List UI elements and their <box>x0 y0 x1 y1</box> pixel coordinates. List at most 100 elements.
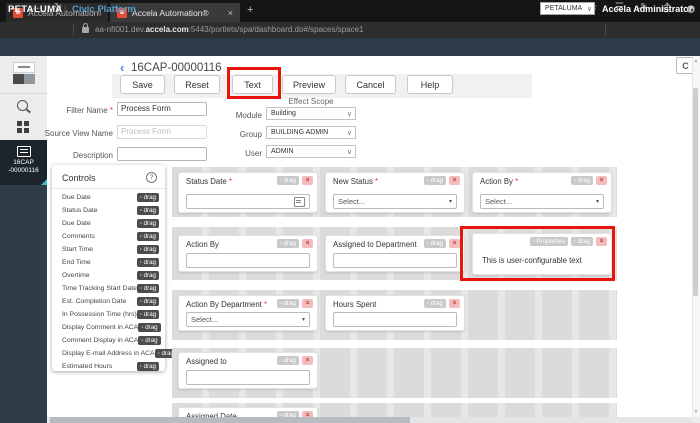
help-icon[interactable]: ? <box>146 172 157 183</box>
action-by-card: ◦ drag×Action By <box>178 235 318 272</box>
help-button[interactable]: Help <box>407 75 453 94</box>
group-select[interactable]: BUILDING ADMIN∨ <box>266 126 356 139</box>
control-item-end-time: End Time◦ drag <box>52 256 165 269</box>
control-item-due-date: Due Date◦ drag <box>52 191 165 204</box>
control-item-comments: Comments◦ drag <box>52 230 165 243</box>
divider <box>52 188 165 189</box>
lock-icon <box>82 27 89 33</box>
description-input[interactable] <box>117 147 207 161</box>
control-item-status-date: Status Date◦ drag <box>52 204 165 217</box>
divider <box>605 24 606 35</box>
drag-handle[interactable]: ◦ drag <box>571 176 593 185</box>
group-label: Group <box>222 130 262 139</box>
drag-handle[interactable]: ◦ drag <box>137 206 159 215</box>
user-label: User <box>222 149 262 158</box>
field-label: Assigned to <box>186 357 227 366</box>
control-item-label: End Time <box>62 259 137 266</box>
control-item-label: Due Date <box>62 194 137 201</box>
drag-handle[interactable]: ◦ drag <box>138 336 160 345</box>
new-tab-button[interactable]: + <box>247 4 253 16</box>
gear-icon[interactable]: ⚙ <box>686 3 696 16</box>
filter-name-label: Filter Name * <box>40 106 113 115</box>
drag-handle[interactable]: ◦ drag <box>424 176 446 185</box>
control-item-label: Comments <box>62 233 137 240</box>
accela-logo-icon[interactable] <box>13 62 35 84</box>
drag-handle[interactable]: ◦ drag <box>137 284 159 293</box>
source-view-name-label: Source View Name <box>40 129 113 138</box>
drag-handle[interactable]: ◦ drag <box>137 258 159 267</box>
control-item-label: Est. Completion Date <box>62 298 137 305</box>
drag-handle[interactable]: ◦ drag <box>137 362 159 371</box>
control-item-label: Time Tracking Start Date <box>62 285 137 292</box>
status-date-input[interactable] <box>186 194 310 209</box>
drag-handle[interactable]: ◦ drag <box>277 299 299 308</box>
control-item-label: Status Date <box>62 207 137 214</box>
chevron-down-icon: ∨ <box>347 129 352 137</box>
user-select[interactable]: ADMIN∨ <box>266 145 356 158</box>
tab-close-icon[interactable]: × <box>228 8 233 18</box>
scroll-up-icon[interactable]: ▲ <box>692 58 700 63</box>
drag-handle[interactable]: ◦ drag <box>137 271 159 280</box>
drag-handle[interactable]: ◦ drag <box>137 219 159 228</box>
hours-spent-input[interactable] <box>333 312 457 327</box>
control-item-due-date: Due Date◦ drag <box>52 217 165 230</box>
reset-button[interactable]: Reset <box>174 75 220 94</box>
control-item-label: Due Date <box>62 220 137 227</box>
drag-handle[interactable]: ◦ drag <box>424 299 446 308</box>
drag-handle[interactable]: ◦ drag <box>277 176 299 185</box>
drag-handle[interactable]: ◦ drag <box>137 297 159 306</box>
chevron-down-icon: ∨ <box>347 148 352 156</box>
filter-name-input[interactable]: Process Form <box>117 102 207 116</box>
apps-grid-icon[interactable] <box>17 121 29 133</box>
url-text[interactable]: aa-nft001.dev.accela.com:5443/portlets/s… <box>95 25 364 34</box>
vertical-scrollbar-thumb[interactable] <box>693 88 698 296</box>
action-by-input[interactable] <box>186 253 310 268</box>
remove-field-button[interactable]: × <box>449 239 460 248</box>
drag-handle[interactable]: ◦ drag <box>277 239 299 248</box>
new-status-select[interactable]: Select...▾ <box>333 194 457 209</box>
assigned-to-department-card: ◦ drag× Assigned to Department <box>325 235 465 272</box>
horizontal-scrollbar-thumb[interactable] <box>50 417 410 423</box>
action-by-select[interactable]: Select...▾ <box>480 194 604 209</box>
agency-select[interactable]: PETALUMA ∨ <box>540 2 595 15</box>
drag-handle[interactable]: ◦ drag <box>137 193 159 202</box>
scroll-down-icon[interactable]: ▼ <box>692 409 700 414</box>
module-select[interactable]: Building∨ <box>266 107 356 120</box>
remove-field-button[interactable]: × <box>596 176 607 185</box>
back-chevron-icon[interactable]: ‹ <box>120 60 124 75</box>
caret-down-icon: ▾ <box>449 198 452 205</box>
drag-handle[interactable]: ◦ drag <box>277 356 299 365</box>
field-label: Action By * <box>480 177 518 186</box>
assigned-to-input[interactable] <box>186 370 310 385</box>
logged-in-user[interactable]: Accela Administrator <box>602 4 692 14</box>
drag-handle[interactable]: ◦ drag <box>137 232 159 241</box>
page-title: 16CAP-00000116 <box>131 62 222 74</box>
save-button[interactable]: Save <box>120 75 165 94</box>
field-label: Action By Department * <box>186 300 267 309</box>
control-item-overtime: Overtime◦ drag <box>52 269 165 282</box>
preview-button[interactable]: Preview <box>282 75 336 94</box>
divider <box>73 24 74 35</box>
drag-handle[interactable]: ◦ drag <box>137 245 159 254</box>
source-view-name-input[interactable]: Process Form <box>117 125 207 139</box>
screen: a Accela Automation® a Accela Automation… <box>0 0 700 423</box>
calendar-icon[interactable] <box>294 197 305 207</box>
field-label: Hours Spent <box>333 300 376 309</box>
remove-field-button[interactable]: × <box>302 356 313 365</box>
field-label: Assigned to Department <box>333 240 417 249</box>
active-corner-marker <box>41 179 47 185</box>
remove-field-button[interactable]: × <box>302 176 313 185</box>
assigned-to-department-input[interactable] <box>333 253 457 268</box>
agency-name: PETALUMA <box>8 4 62 15</box>
remove-field-button[interactable]: × <box>449 299 460 308</box>
drag-handle[interactable]: ◦ drag <box>137 310 159 319</box>
drag-handle[interactable]: ◦ drag <box>424 239 446 248</box>
product-name[interactable]: Civic Platform <box>72 4 136 15</box>
remove-field-button[interactable]: × <box>449 176 460 185</box>
search-icon[interactable] <box>17 100 28 111</box>
remove-field-button[interactable]: × <box>302 299 313 308</box>
remove-field-button[interactable]: × <box>302 239 313 248</box>
drag-handle[interactable]: ◦ drag <box>138 323 160 332</box>
action-by-department-select[interactable]: Select...▾ <box>186 312 310 327</box>
cancel-button[interactable]: Cancel <box>345 75 396 94</box>
